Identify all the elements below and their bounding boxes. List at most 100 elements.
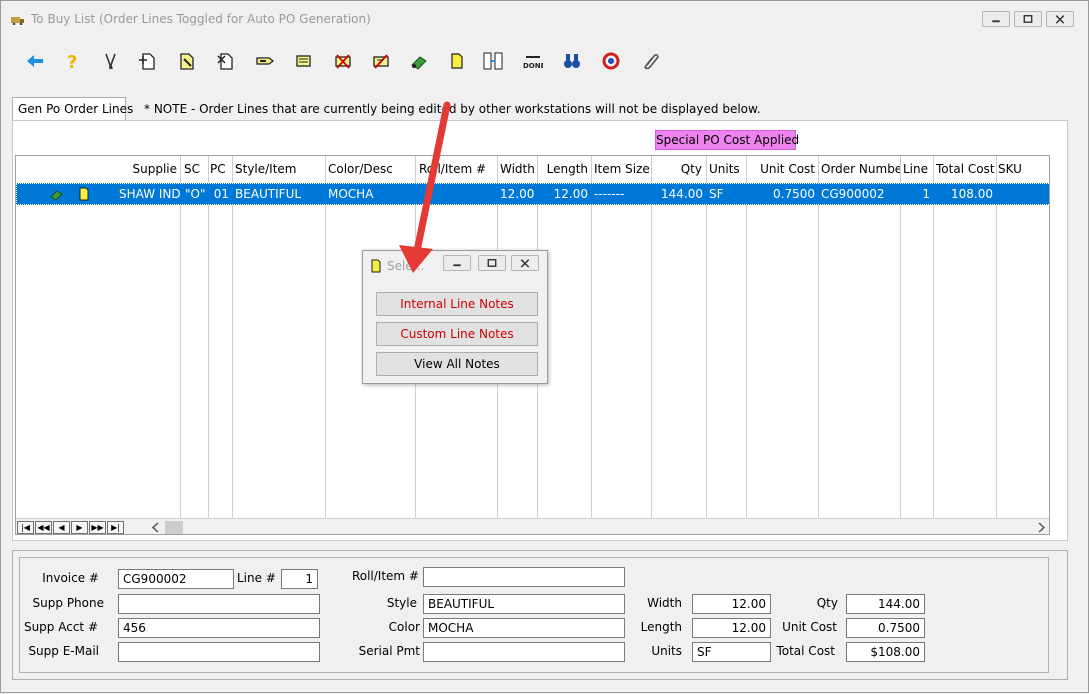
header-item-size[interactable]: Item Size bbox=[591, 156, 651, 183]
close-icon bbox=[520, 259, 530, 268]
block-button[interactable] bbox=[371, 51, 391, 71]
svg-text:DONE: DONE bbox=[523, 62, 543, 70]
header-units[interactable]: Units bbox=[706, 156, 746, 183]
cell-total-cost[interactable]: 108.00 bbox=[933, 183, 996, 205]
header-line[interactable]: Line bbox=[900, 156, 932, 183]
qty-label: Qty bbox=[816, 596, 838, 610]
width-field[interactable]: 12.00 bbox=[692, 594, 771, 614]
attach-button[interactable] bbox=[641, 51, 661, 71]
view-all-notes-button[interactable]: View All Notes bbox=[376, 352, 538, 376]
custom-line-notes-button[interactable]: Custom Line Notes bbox=[376, 322, 538, 346]
header-style[interactable]: Style/Item bbox=[232, 156, 324, 183]
eraser-icon[interactable] bbox=[50, 187, 64, 201]
cell-length[interactable]: 12.00 bbox=[537, 183, 591, 205]
split-button[interactable] bbox=[483, 51, 503, 71]
edit-page-button[interactable] bbox=[177, 51, 197, 71]
dialog-minimize-button[interactable] bbox=[443, 255, 471, 271]
tag-icon bbox=[256, 57, 275, 65]
roll-field[interactable] bbox=[423, 567, 625, 587]
first-record-button[interactable]: |◀ bbox=[17, 521, 34, 534]
header-sku[interactable]: SKU bbox=[995, 156, 1035, 183]
horizontal-scrollbar-thumb[interactable] bbox=[165, 521, 183, 534]
cell-sku[interactable] bbox=[996, 183, 1036, 205]
new-page-button[interactable] bbox=[138, 51, 158, 71]
refresh-button[interactable] bbox=[601, 51, 621, 71]
line-label: Line # bbox=[237, 571, 276, 585]
find-button[interactable] bbox=[562, 51, 582, 71]
minimize-button[interactable] bbox=[982, 11, 1010, 27]
done-icon: DONE bbox=[523, 56, 543, 70]
prev-record-button[interactable]: ◀ bbox=[53, 521, 70, 534]
cell-style[interactable]: BEAUTIFUL bbox=[232, 183, 324, 205]
header-length[interactable]: Length bbox=[538, 156, 591, 183]
total-cost-field[interactable]: $108.00 bbox=[846, 642, 925, 662]
back-arrow-icon bbox=[27, 55, 43, 67]
header-roll[interactable]: Roll/Item # bbox=[416, 156, 497, 183]
header-unit-cost[interactable]: Unit Cost bbox=[746, 156, 818, 183]
next-record-button[interactable]: ▶ bbox=[71, 521, 88, 534]
color-field[interactable]: MOCHA bbox=[423, 618, 625, 638]
close-button[interactable] bbox=[1046, 11, 1074, 27]
units-field[interactable]: SF bbox=[692, 642, 771, 662]
supp-email-field[interactable] bbox=[118, 642, 320, 662]
scroll-right-icon[interactable] bbox=[1036, 522, 1046, 533]
dialog-close-button[interactable] bbox=[511, 255, 539, 271]
done-button[interactable]: DONE bbox=[523, 51, 543, 71]
note-stack-button[interactable] bbox=[294, 51, 314, 71]
last-record-button[interactable]: ▶| bbox=[107, 521, 124, 534]
cell-supplier[interactable]: SHAW IND bbox=[116, 183, 182, 205]
unit-cost-field[interactable]: 0.7500 bbox=[846, 618, 925, 638]
tab-gen-po-order-lines[interactable]: Gen Po Order Lines bbox=[12, 97, 133, 121]
invoice-field[interactable]: CG900002 bbox=[118, 569, 234, 589]
header-order-number[interactable]: Order Number bbox=[818, 156, 901, 183]
supp-phone-field[interactable] bbox=[118, 594, 320, 614]
cancel-button[interactable] bbox=[333, 51, 353, 71]
tools-button[interactable] bbox=[101, 51, 121, 71]
cell-sc[interactable]: "O" bbox=[182, 183, 208, 205]
delete-page-button[interactable] bbox=[216, 51, 236, 71]
qty-field[interactable]: 144.00 bbox=[846, 594, 925, 614]
length-field[interactable]: 12.00 bbox=[692, 618, 771, 638]
split-icon bbox=[483, 52, 503, 70]
header-supplier[interactable]: Supplie bbox=[16, 156, 180, 183]
header-total-cost[interactable]: Total Cost bbox=[933, 156, 996, 183]
cell-roll[interactable] bbox=[416, 183, 497, 205]
help-button[interactable]: ? bbox=[62, 51, 82, 71]
header-width[interactable]: Width bbox=[497, 156, 537, 183]
serial-pmt-field[interactable] bbox=[423, 642, 625, 662]
restore-button[interactable] bbox=[1014, 11, 1042, 27]
tag-button[interactable] bbox=[255, 51, 275, 71]
next-page-button[interactable]: ▶▶ bbox=[89, 521, 106, 534]
minimize-icon bbox=[992, 20, 1000, 23]
cell-unit-cost[interactable]: 0.7500 bbox=[746, 183, 818, 205]
restore-icon bbox=[487, 259, 497, 267]
delete-page-icon bbox=[217, 53, 233, 70]
line-field[interactable]: 1 bbox=[281, 569, 318, 589]
cell-order-number[interactable]: CG900002 bbox=[818, 183, 900, 205]
header-sc[interactable]: SC bbox=[181, 156, 209, 183]
header-qty[interactable]: Qty bbox=[652, 156, 705, 183]
cell-width[interactable]: 12.00 bbox=[497, 183, 537, 205]
header-color[interactable]: Color/Desc bbox=[325, 156, 415, 183]
note-button[interactable] bbox=[447, 51, 467, 71]
roll-label: Roll/Item # bbox=[351, 569, 419, 583]
scroll-left-icon[interactable] bbox=[151, 522, 161, 533]
cell-line[interactable]: 1 bbox=[900, 183, 933, 205]
column-divider bbox=[746, 156, 747, 518]
note-icon bbox=[371, 259, 381, 273]
eraser-button[interactable] bbox=[409, 51, 429, 71]
cell-pc[interactable]: 01 bbox=[208, 183, 232, 205]
cell-qty[interactable]: 144.00 bbox=[651, 183, 706, 205]
dialog-restore-button[interactable] bbox=[478, 255, 506, 271]
header-pc[interactable]: PC bbox=[207, 156, 232, 183]
new-page-icon bbox=[139, 53, 155, 70]
internal-line-notes-button[interactable]: Internal Line Notes bbox=[376, 292, 538, 316]
style-field[interactable]: BEAUTIFUL bbox=[423, 594, 625, 614]
cell-color[interactable]: MOCHA bbox=[325, 183, 415, 205]
note-icon[interactable] bbox=[77, 187, 91, 201]
cell-units[interactable]: SF bbox=[706, 183, 746, 205]
cell-item-size[interactable]: ------- bbox=[591, 183, 651, 205]
back-button[interactable] bbox=[25, 51, 45, 71]
prev-page-button[interactable]: ◀◀ bbox=[35, 521, 52, 534]
supp-acct-field[interactable]: 456 bbox=[118, 618, 320, 638]
